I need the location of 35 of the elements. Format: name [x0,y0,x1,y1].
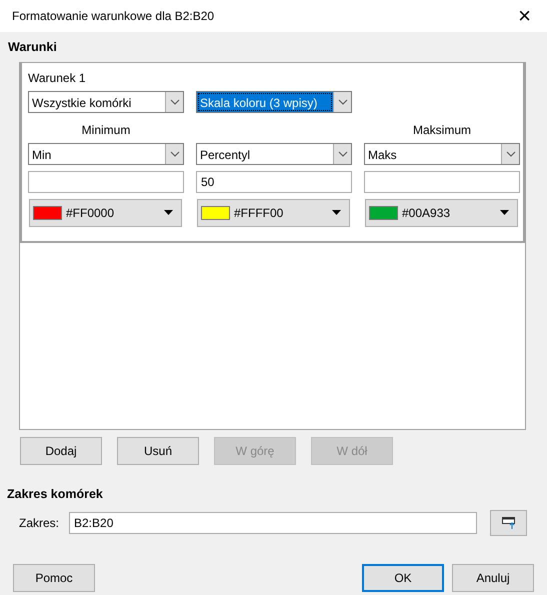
column-heading: Minimum [80,122,132,137]
chevron-down-icon [338,98,348,105]
range-field[interactable]: B2:B20 [69,512,477,534]
color-picker-button[interactable]: #FFFF00 [197,198,350,227]
column-heading: Maksimum [412,122,472,137]
dropdown[interactable]: Percentyl [196,142,352,165]
dropdown[interactable]: Min [28,142,184,165]
dropdown-arrow-icon [332,210,341,216]
field-label: Zakres: [19,514,60,532]
chevron-down-icon [170,98,180,105]
shrink-icon [502,516,516,530]
dialog-button[interactable]: Anuluj [452,564,534,592]
input-field[interactable] [364,170,520,193]
input-field[interactable]: 50 [196,170,352,193]
shrink-button[interactable] [490,510,527,536]
dropdown-arrow-icon [164,210,173,216]
color-picker-button[interactable]: #FF0000 [29,198,182,227]
input-field[interactable] [28,170,184,193]
section-heading: Warunki [7,39,58,56]
condition-label: Warunek 1 [28,70,87,87]
dialog-button[interactable]: Pomoc [13,564,95,592]
close-button[interactable]: × [514,5,535,27]
chevron-down-icon [170,150,180,157]
color-picker-button[interactable]: #00A933 [365,198,518,227]
chevron-down-icon [506,150,516,157]
dropdown[interactable]: Wszystkie komórki [28,90,184,113]
dialog-button[interactable]: Dodaj [20,436,102,465]
dialog-button[interactable]: Usuń [117,436,199,465]
dropdown-arrow-icon [500,210,509,216]
window-title: Formatowanie warunkowe dla B2:B20 [12,8,214,25]
dropdown[interactable]: Maks [364,142,520,165]
section-heading: Zakres komórek [6,486,104,503]
chevron-down-icon [338,150,348,157]
dropdown[interactable]: Skala koloru (3 wpisy) [196,90,352,113]
dialog-button[interactable]: OK [362,564,444,592]
